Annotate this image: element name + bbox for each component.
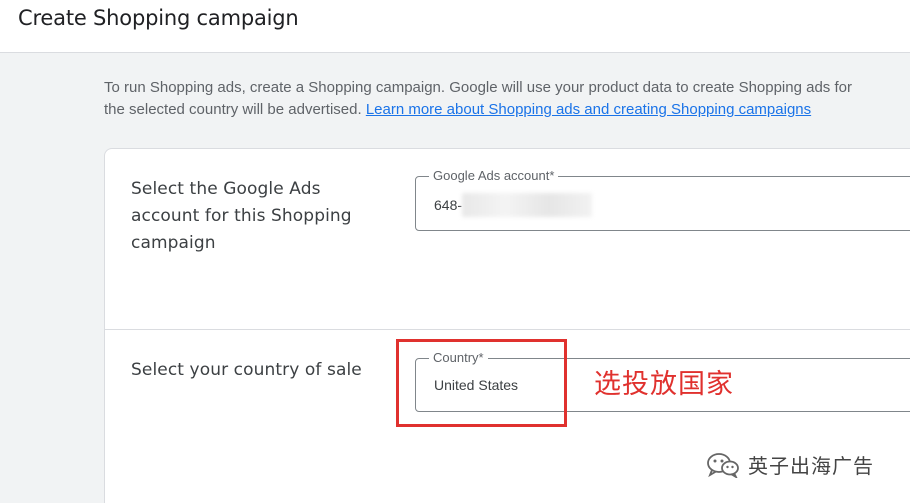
account-field-value: 648-	[434, 197, 463, 213]
intro-line-1: To run Shopping ads, create a Shopping c…	[104, 79, 852, 96]
watermark-text: 英子出海广告	[748, 454, 874, 478]
wechat-icon	[706, 452, 740, 479]
header-bar: Create Shopping campaign	[0, 0, 910, 53]
section-divider	[105, 329, 910, 330]
account-field-label: Google Ads account*	[429, 168, 559, 184]
account-section-label: Select the Google Ads account for this S…	[131, 179, 352, 253]
annotation-text: 选投放国家	[594, 369, 734, 400]
intro-line-2: the selected country will be advertised.…	[104, 99, 910, 121]
watermark: 英子出海广告	[706, 450, 874, 479]
intro-text: To run Shopping ads, create a Shopping c…	[104, 77, 910, 121]
google-ads-account-select[interactable]: Google Ads account* 648-	[415, 168, 910, 231]
learn-more-link[interactable]: Learn more about Shopping ads and creati…	[366, 101, 811, 118]
country-section-label: Select your country of sale	[131, 360, 362, 380]
intro-line-2-text: the selected country will be advertised.	[104, 101, 362, 118]
redacted-account-number	[462, 193, 592, 217]
page-title: Create Shopping campaign	[18, 6, 299, 30]
annotation-highlight-box	[396, 339, 567, 427]
